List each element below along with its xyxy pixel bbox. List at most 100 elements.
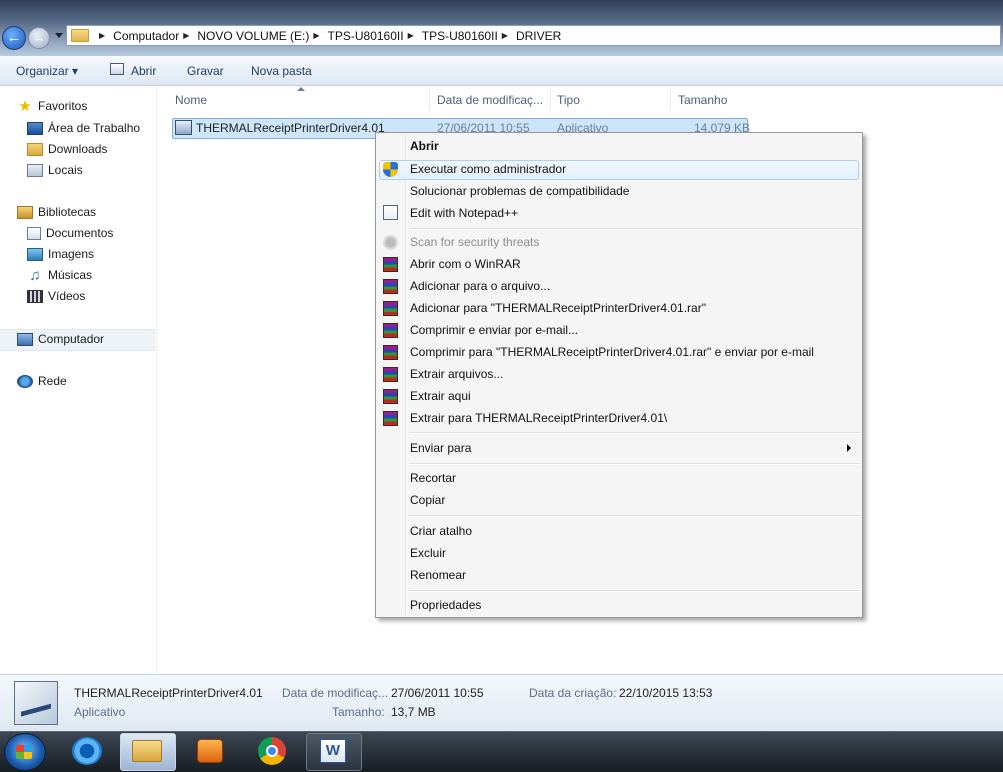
sidebar-item-imagens[interactable]: Imagens xyxy=(27,247,94,261)
details-size-label: Tamanho: xyxy=(332,705,385,719)
notepad-plus-plus-icon xyxy=(383,205,398,220)
menu-item-excluir[interactable]: Excluir xyxy=(410,546,446,560)
menu-item-extrair-aqui[interactable]: Extrair aqui xyxy=(410,389,471,403)
documents-icon xyxy=(27,226,41,240)
recent-places-icon xyxy=(27,163,43,177)
menu-item-renomear[interactable]: Renomear xyxy=(410,568,466,582)
details-date-label: Data de modificaç... xyxy=(282,686,389,700)
internet-explorer-icon[interactable] xyxy=(72,737,102,765)
column-header-tamanho[interactable]: Tamanho xyxy=(678,93,727,107)
menu-item-propriedades[interactable]: Propriedades xyxy=(410,598,481,612)
menu-separator xyxy=(409,432,860,434)
sidebar-item-favoritos[interactable]: ★ Favoritos xyxy=(17,97,88,115)
breadcrumb-tps-2[interactable]: TPS-U80160II xyxy=(422,29,498,43)
back-button[interactable]: ← xyxy=(2,26,26,50)
nova-pasta-button[interactable]: Nova pasta xyxy=(251,64,312,78)
sidebar-label: Documentos xyxy=(46,226,114,240)
address-bar[interactable]: ▶ Computador ▶ NOVO VOLUME (E:) ▶ TPS-U8… xyxy=(66,25,1001,46)
menu-item-comprimir-rar-email[interactable]: Comprimir para "THERMALReceiptPrinterDri… xyxy=(410,345,814,359)
windows-logo-icon xyxy=(16,745,32,759)
menu-separator xyxy=(409,515,860,517)
menu-item-solucionar[interactable]: Solucionar problemas de compatibilidade xyxy=(410,184,629,198)
sidebar-item-bibliotecas[interactable]: Bibliotecas xyxy=(17,205,96,219)
menu-item-scan: Scan for security threats xyxy=(410,235,540,249)
breadcrumb-computador[interactable]: Computador xyxy=(113,29,179,43)
details-file-name: THERMALReceiptPrinterDriver4.01 xyxy=(74,686,263,700)
menu-item-enviar-para[interactable]: Enviar para xyxy=(410,441,471,455)
winrar-icon xyxy=(383,389,398,404)
winrar-icon xyxy=(383,279,398,294)
sidebar-label: Vídeos xyxy=(48,289,86,303)
breadcrumb-novo-volume[interactable]: NOVO VOLUME (E:) xyxy=(197,29,309,43)
downloads-folder-icon xyxy=(27,142,43,156)
column-divider[interactable] xyxy=(550,88,551,110)
breadcrumb-tps-1[interactable]: TPS-U80160II xyxy=(328,29,404,43)
sidebar-item-locais[interactable]: Locais xyxy=(27,163,83,177)
breadcrumb-separator-icon[interactable]: ▶ xyxy=(408,31,414,40)
gravar-button[interactable]: Gravar xyxy=(187,64,224,78)
sidebar-label: Favoritos xyxy=(38,99,88,113)
menu-item-executar-admin[interactable]: Executar como administrador xyxy=(410,162,566,176)
sidebar-item-computador[interactable]: Computador xyxy=(17,332,104,346)
menu-item-extrair-para[interactable]: Extrair para THERMALReceiptPrinterDriver… xyxy=(410,411,667,425)
menu-item-copiar[interactable]: Copiar xyxy=(410,493,445,507)
breadcrumb-separator-icon[interactable]: ▶ xyxy=(313,31,319,40)
details-size-value: 13,7 MB xyxy=(391,705,436,719)
sidebar-item-area-trabalho[interactable]: Área de Trabalho xyxy=(27,121,140,135)
forward-button[interactable]: → xyxy=(28,27,50,49)
details-created-label: Data da criação: xyxy=(529,686,617,700)
column-divider[interactable] xyxy=(429,88,430,110)
menu-item-extrair-arquivos[interactable]: Extrair arquivos... xyxy=(410,367,503,381)
media-player-icon[interactable] xyxy=(197,739,223,763)
star-icon: ★ xyxy=(18,97,32,115)
winrar-icon xyxy=(383,257,398,272)
menu-item-criar-atalho[interactable]: Criar atalho xyxy=(410,524,472,538)
breadcrumb-separator-icon[interactable]: ▶ xyxy=(183,31,189,40)
details-pane xyxy=(0,674,1003,732)
file-name[interactable]: THERMALReceiptPrinterDriver4.01 xyxy=(196,121,385,135)
breadcrumb-separator-icon[interactable]: ▶ xyxy=(99,31,105,40)
navigation-pane: ★ Favoritos Área de Trabalho Downloads L… xyxy=(0,86,157,674)
abrir-button[interactable]: Abrir xyxy=(131,64,156,78)
breadcrumb-separator-icon[interactable]: ▶ xyxy=(502,31,508,40)
sidebar-item-musicas[interactable]: ♫ Músicas xyxy=(27,266,92,284)
word-icon: W xyxy=(320,739,346,763)
winrar-icon xyxy=(383,411,398,426)
breadcrumb-driver[interactable]: DRIVER xyxy=(516,29,561,43)
sidebar-item-rede[interactable]: Rede xyxy=(17,374,67,388)
menu-item-recortar[interactable]: Recortar xyxy=(410,471,456,485)
sort-ascending-icon xyxy=(297,87,305,91)
recent-pages-chevron-icon[interactable] xyxy=(55,33,63,38)
sidebar-item-videos[interactable]: Vídeos xyxy=(27,289,85,303)
organizar-button[interactable]: Organizar ▾ xyxy=(16,64,78,78)
menu-item-adicionar-rar[interactable]: Adicionar para "THERMALReceiptPrinterDri… xyxy=(410,301,706,315)
menu-separator xyxy=(409,590,860,592)
menu-item-abrir-winrar[interactable]: Abrir com o WinRAR xyxy=(410,257,521,271)
column-header-tipo[interactable]: Tipo xyxy=(557,93,580,107)
sidebar-item-downloads[interactable]: Downloads xyxy=(27,142,107,156)
details-file-type: Aplicativo xyxy=(74,705,126,719)
music-icon: ♫ xyxy=(29,266,41,284)
sidebar-label: Rede xyxy=(38,374,67,388)
winrar-icon xyxy=(383,301,398,316)
menu-item-abrir[interactable]: Abrir xyxy=(410,139,439,153)
menu-item-comprimir-email[interactable]: Comprimir e enviar por e-mail... xyxy=(410,323,578,337)
column-header-data[interactable]: Data de modificaç... xyxy=(437,93,543,107)
desktop-icon xyxy=(27,121,43,135)
network-icon xyxy=(17,374,33,388)
sidebar-label: Imagens xyxy=(48,247,95,261)
submenu-arrow-icon xyxy=(847,444,851,452)
sidebar-label: Downloads xyxy=(48,142,108,156)
menu-item-adicionar-arquivo[interactable]: Adicionar para o arquivo... xyxy=(410,279,550,293)
column-header-nome[interactable]: Nome xyxy=(175,93,207,107)
security-scan-icon xyxy=(383,235,398,250)
menu-separator xyxy=(409,463,860,465)
open-app-icon[interactable] xyxy=(110,63,124,75)
column-divider[interactable] xyxy=(670,88,671,110)
menu-item-notepad[interactable]: Edit with Notepad++ xyxy=(410,206,518,220)
chrome-icon[interactable] xyxy=(258,737,286,765)
details-date-value: 27/06/2011 10:55 xyxy=(391,686,484,700)
sidebar-item-documentos[interactable]: Documentos xyxy=(27,226,113,240)
sidebar-label: Locais xyxy=(48,163,83,177)
uac-shield-icon xyxy=(383,162,398,177)
